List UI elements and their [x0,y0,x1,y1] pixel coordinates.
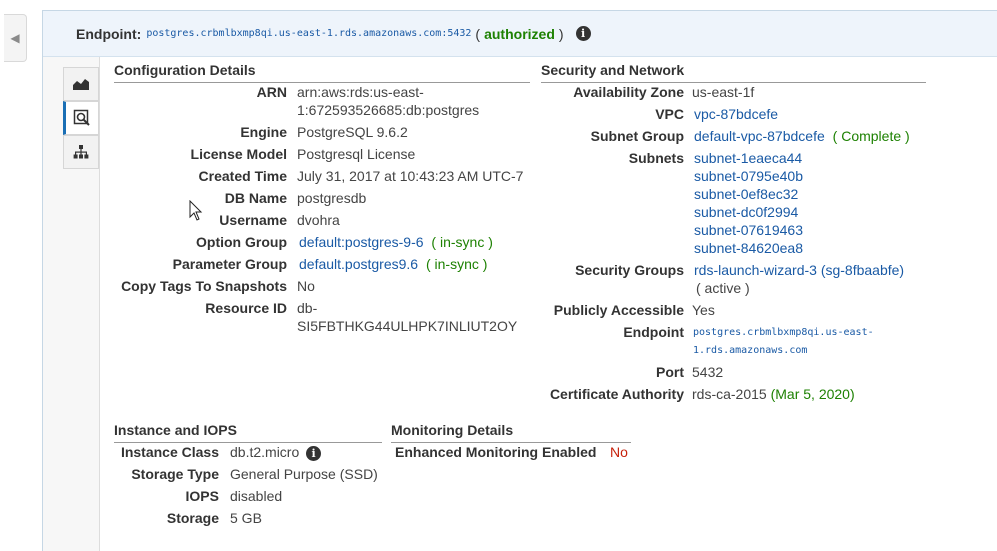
instance-iops-title: Instance and IOPS [114,422,382,443]
storage-value: 5 GB [230,510,262,526]
enhanced-monitoring-label: Enhanced Monitoring Enabled [395,444,597,460]
copy-tags-label: Copy Tags To Snapshots [121,278,287,294]
port-value: 5432 [692,364,724,380]
collapse-panel-button[interactable]: ◀ [4,14,27,62]
parameter-group-link[interactable]: default.postgres9.6 [299,256,418,272]
hierarchy-icon [73,145,89,159]
instance-details-panel: Endpoint: postgres.crbmlbxmp8qi.us-east-… [42,10,997,551]
subnet-group-label: Subnet Group [590,128,684,144]
instance-class-info-icon[interactable]: i [306,445,322,461]
instance-class-label: Instance Class [120,444,219,460]
instance-class-value: db.t2.micro [230,444,300,460]
iops-label: IOPS [185,488,219,504]
endpoint-bar: Endpoint: postgres.crbmlbxmp8qi.us-east-… [43,11,997,57]
certificate-authority-label: Certificate Authority [549,386,684,402]
arn-value-line2: 1:672593526685:db:postgres [297,102,480,118]
security-network-title: Security and Network [541,62,926,83]
license-model-label: License Model [190,146,287,162]
resource-id-value-line2: SI5FBTHKG44ULHPK7INLIUT2OY [297,318,518,334]
detail-view-sidebar [43,57,100,551]
endpoint-bar-value: postgres.crbmlbxmp8qi.us-east-1.rds.amaz… [146,28,472,39]
option-group-label: Option Group [196,234,287,250]
port-label: Port [656,364,684,380]
subnet-link[interactable]: subnet-0795e40b [694,168,803,184]
iops-value: disabled [230,488,283,504]
subnet-link[interactable]: subnet-dc0f2994 [694,204,798,220]
endpoint-label: Endpoint [623,324,684,340]
engine-label: Engine [240,124,287,140]
vpc-link[interactable]: vpc-87bdcefe [694,106,778,122]
endpoint-status-open-paren: ( [475,25,481,42]
availability-zone-label: Availability Zone [573,84,684,100]
monitoring-details-title: Monitoring Details [391,422,631,443]
certificate-authority-value-wrap: rds-ca-2015 (Mar 5, 2020) [692,386,855,402]
username-value: dvohra [297,212,340,228]
username-label: Username [219,212,287,228]
chevron-left-icon: ◀ [10,31,20,45]
db-name-label: DB Name [224,190,287,206]
endpoint-bar-label: Endpoint: [76,25,142,42]
security-group-link[interactable]: rds-launch-wizard-3 (sg-8fbaabfe) [694,262,904,278]
instance-class-value-wrap: db.t2.micro i [230,444,322,461]
tab-topology[interactable] [63,135,99,169]
engine-value: PostgreSQL 9.6.2 [297,124,408,140]
security-group-status: ( active ) [696,280,750,296]
certificate-authority-value: rds-ca-2015 [692,386,767,402]
security-groups-label: Security Groups [575,262,684,278]
enhanced-monitoring-value: No [610,444,628,460]
area-chart-icon [73,79,89,90]
storage-label: Storage [166,510,219,526]
endpoint-value-line1[interactable]: postgres.crbmlbxmp8qi.us-east- [693,324,874,342]
subnet-link[interactable]: subnet-0ef8ec32 [694,186,798,202]
resource-id-value-line1: db- [297,300,318,316]
option-group-value-wrap: default:postgres-9-6 ( in-sync ) [299,234,493,250]
subnet-link[interactable]: subnet-84620ea8 [694,240,803,256]
db-name-value: postgresdb [297,190,367,206]
mouse-pointer-icon [189,200,203,221]
subnet-link[interactable]: subnet-1eaeca44 [694,150,802,166]
endpoint-value-line2[interactable]: 1.rds.amazonaws.com [693,342,807,360]
details-content: Configuration Details ARN arn:aws:rds:us… [100,57,997,551]
option-group-status: ( in-sync ) [431,234,493,250]
tab-monitoring[interactable] [63,67,99,101]
created-time-value: July 31, 2017 at 10:43:23 AM UTC-7 [297,168,524,184]
subnets-label: Subnets [628,150,684,166]
info-icon[interactable]: i [575,26,591,41]
created-time-label: Created Time [198,168,287,184]
subnet-group-value-wrap: default-vpc-87bdcefe ( Complete ) [694,128,910,144]
storage-type-value: General Purpose (SSD) [230,466,378,482]
option-group-link[interactable]: default:postgres-9-6 [299,234,424,250]
availability-zone-value: us-east-1f [692,84,755,100]
parameter-group-label: Parameter Group [172,256,287,272]
publicly-accessible-value: Yes [692,302,715,318]
certificate-authority-date: (Mar 5, 2020) [770,386,855,402]
magnifier-icon [73,109,90,126]
subnet-group-status: ( Complete ) [832,128,910,144]
storage-type-label: Storage Type [131,466,219,482]
license-model-value: Postgresql License [297,146,416,162]
parameter-group-value-wrap: default.postgres9.6 ( in-sync ) [299,256,487,272]
endpoint-status: authorized [484,25,555,42]
parameter-group-status: ( in-sync ) [425,256,488,272]
subnet-link[interactable]: subnet-07619463 [694,222,803,238]
publicly-accessible-label: Publicly Accessible [553,302,684,318]
vpc-label: VPC [655,106,684,122]
endpoint-status-close-paren: ) [558,25,564,42]
tab-details[interactable] [63,101,99,135]
subnet-group-link[interactable]: default-vpc-87bdcefe [694,128,825,144]
arn-value-line1: arn:aws:rds:us-east- [297,84,424,100]
arn-label: ARN [256,84,287,100]
resource-id-label: Resource ID [205,300,287,316]
copy-tags-value: No [297,278,315,294]
configuration-details-title: Configuration Details [114,62,530,83]
